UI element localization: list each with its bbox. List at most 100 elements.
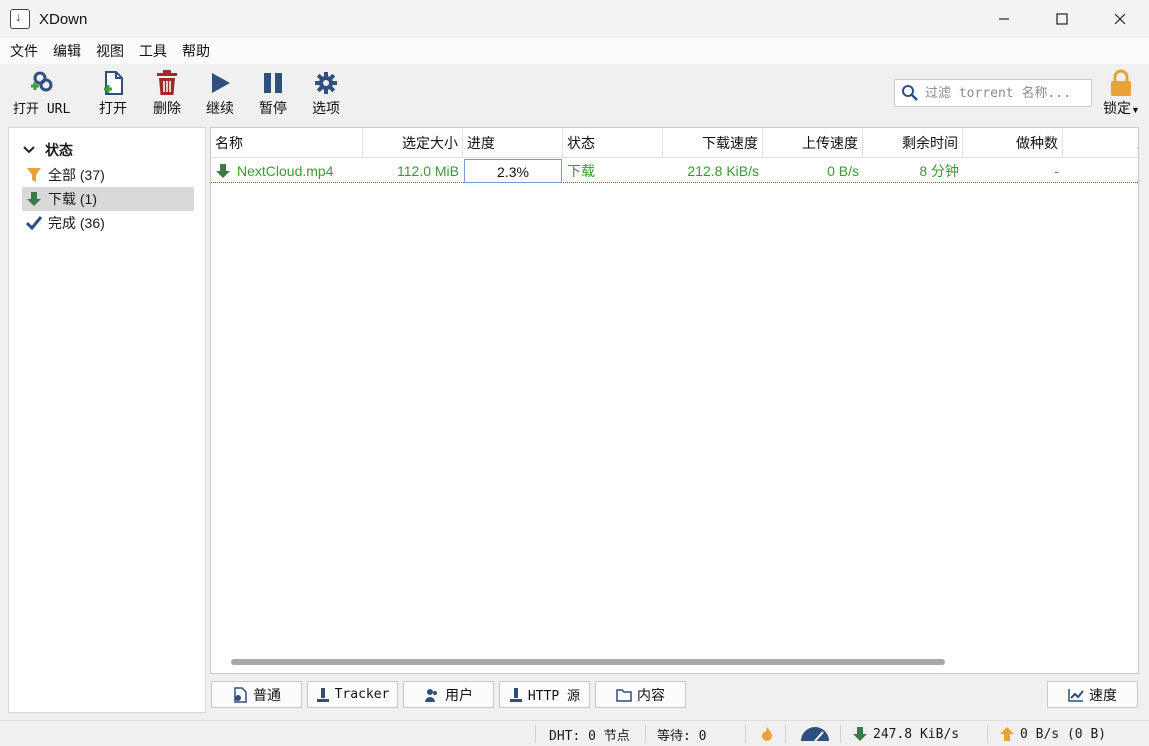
cell-eta: 8 分钟	[919, 163, 959, 179]
search-field[interactable]	[894, 79, 1092, 107]
delete-label: 删除	[153, 100, 181, 116]
table-header: 名称 选定大小 进度 状态 下载速度 上传速度 剩余时间 做种数 用	[211, 128, 1138, 158]
menu-tools[interactable]: 工具	[131, 41, 174, 61]
download-speed-status: 247.8 KiB/s	[852, 721, 959, 746]
progress-bar: 2.3%	[464, 159, 562, 183]
upload-speed-value: 0 B/s (0 B)	[1020, 726, 1107, 742]
column-progress[interactable]: 进度	[463, 128, 563, 158]
document-gear-icon	[232, 686, 248, 703]
minimize-button[interactable]	[975, 0, 1033, 38]
search-icon	[902, 85, 918, 101]
alt-speed-button[interactable]	[760, 721, 774, 746]
flame-icon	[762, 727, 772, 741]
maximize-button[interactable]	[1033, 0, 1091, 38]
menu-help[interactable]: 帮助	[174, 41, 217, 61]
tab-label: HTTP 源	[527, 689, 581, 704]
cell-down-speed: 212.8 KiB/s	[687, 163, 759, 179]
pause-button[interactable]: 暂停	[258, 70, 288, 118]
sidebar-item-label: 全部 (37)	[48, 167, 105, 183]
server-icon	[509, 687, 523, 703]
title-bar: XDown	[0, 0, 1149, 38]
tab-label: 普通	[253, 686, 281, 703]
torrent-table: 名称 选定大小 进度 状态 下载速度 上传速度 剩余时间 做种数 用 NextC…	[210, 127, 1139, 674]
tab-label: 用户	[445, 686, 473, 703]
tab-label: Tracker	[334, 687, 390, 702]
lock-label: 锁定▼	[1103, 100, 1140, 116]
tab-http-sources[interactable]: HTTP 源	[499, 681, 590, 708]
tab-content[interactable]: 内容	[595, 681, 686, 708]
users-icon	[424, 687, 440, 703]
column-seeds[interactable]: 做种数	[963, 128, 1063, 158]
gear-icon	[311, 70, 341, 96]
open-url-label: 打开 URL	[13, 102, 71, 117]
column-name[interactable]: 名称	[211, 128, 363, 158]
upload-speed-status: 0 B/s (0 B)	[999, 721, 1106, 746]
column-down-speed[interactable]: 下载速度	[663, 128, 763, 158]
resume-button[interactable]: 继续	[205, 70, 235, 118]
download-arrow-icon	[853, 727, 867, 741]
column-peers[interactable]: 用	[1063, 128, 1138, 158]
tab-general[interactable]: 普通	[211, 681, 302, 708]
open-button[interactable]: 打开	[98, 70, 128, 118]
column-eta[interactable]: 剩余时间	[863, 128, 963, 158]
pause-icon	[258, 70, 288, 96]
sidebar-item-label: 下载 (1)	[48, 191, 97, 207]
menu-file[interactable]: 文件	[2, 41, 45, 61]
app-icon	[10, 9, 30, 29]
dht-status: DHT: 0 节点	[549, 728, 630, 744]
tracker-icon	[316, 687, 330, 703]
filter-icon	[24, 167, 44, 183]
window-title: XDown	[39, 10, 88, 28]
download-arrow-icon	[216, 164, 230, 178]
tab-label: 内容	[637, 686, 665, 703]
lock-icon	[1106, 69, 1136, 96]
sidebar-item-all[interactable]: 全部 (37)	[22, 163, 194, 187]
delete-button[interactable]: 删除	[152, 70, 182, 118]
toolbar: 打开 URL 打开 删除 继续 暂停 选项 过滤 torrent 名称... 锁…	[0, 64, 1149, 122]
chart-line-icon	[1068, 688, 1084, 702]
status-bar: DHT: 0 节点 等待: 0 247.8 KiB/s 0 B/s (0 B)	[0, 720, 1149, 746]
tab-tracker[interactable]: Tracker	[307, 681, 398, 708]
sidebar-item-label: 完成 (36)	[48, 215, 105, 231]
torrent-name: NextCloud.mp4	[237, 163, 334, 179]
cell-up-speed: 0 B/s	[827, 163, 859, 179]
search-input[interactable]	[925, 85, 1091, 101]
status-header-label: 状态	[45, 142, 73, 158]
table-row[interactable]: NextCloud.mp4 112.0 MiB 2.3% 下载 212.8 Ki…	[211, 159, 1138, 183]
column-up-speed[interactable]: 上传速度	[763, 128, 863, 158]
speed-limit-button[interactable]	[799, 721, 831, 746]
column-size[interactable]: 选定大小	[363, 128, 463, 158]
trash-icon	[152, 70, 182, 96]
menu-view[interactable]: 视图	[88, 41, 131, 61]
sidebar-item-downloading[interactable]: 下载 (1)	[22, 187, 194, 211]
resume-label: 继续	[206, 100, 234, 116]
tab-label: 速度	[1089, 686, 1117, 703]
open-label: 打开	[99, 100, 127, 116]
waiting-status: 等待: 0	[657, 728, 707, 744]
download-arrow-icon	[24, 191, 44, 207]
close-icon	[1114, 13, 1126, 25]
link-add-icon	[27, 70, 57, 96]
menu-edit[interactable]: 编辑	[45, 41, 88, 61]
close-button[interactable]	[1091, 0, 1149, 38]
pause-label: 暂停	[259, 100, 287, 116]
cell-name: NextCloud.mp4	[211, 159, 363, 183]
options-button[interactable]: 选项	[311, 70, 341, 118]
upload-arrow-icon	[1000, 727, 1014, 741]
minimize-icon	[999, 18, 1009, 20]
cell-status: 下载	[567, 163, 595, 179]
open-url-button[interactable]: 打开 URL	[13, 70, 70, 117]
chevron-down-icon	[23, 146, 35, 154]
play-icon	[205, 70, 235, 96]
tab-speed[interactable]: 速度	[1047, 681, 1138, 708]
status-header[interactable]: 状态	[23, 140, 73, 160]
lock-button[interactable]: 锁定▼	[1103, 69, 1140, 118]
cell-size: 112.0 MiB	[397, 163, 459, 179]
tab-peers[interactable]: 用户	[403, 681, 494, 708]
horizontal-scrollbar[interactable]	[231, 659, 945, 665]
folder-icon	[616, 688, 632, 702]
sidebar-item-completed[interactable]: 完成 (36)	[22, 211, 194, 235]
menu-bar: 文件 编辑 视图 工具 帮助	[0, 38, 1149, 64]
maximize-icon	[1056, 13, 1068, 25]
column-status[interactable]: 状态	[563, 128, 663, 158]
